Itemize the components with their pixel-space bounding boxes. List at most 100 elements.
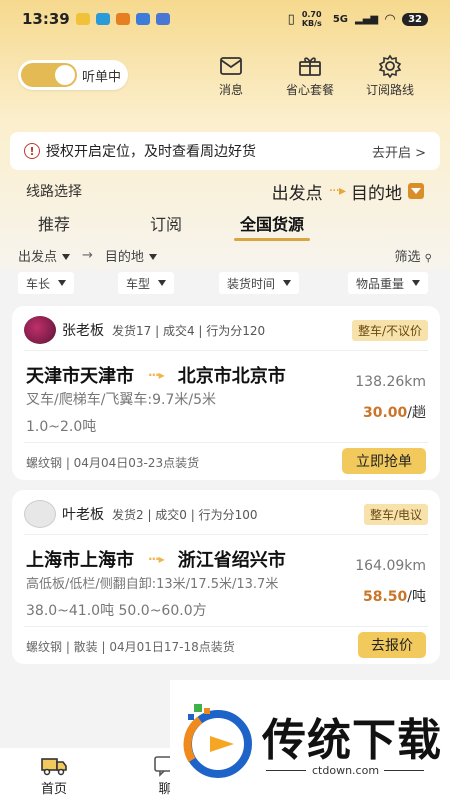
battery-indicator: 32 bbox=[402, 12, 428, 26]
screen-button[interactable]: 筛选 ⚲ bbox=[395, 246, 432, 265]
gift-icon bbox=[299, 57, 321, 76]
distance: 138.26km bbox=[355, 374, 426, 390]
price-unit: /吨 bbox=[407, 589, 426, 605]
toggle-knob bbox=[55, 65, 75, 85]
owner-name: 叶老板 bbox=[62, 507, 104, 523]
location-notice[interactable]: ! 授权开启定位，及时查看周边好货 去开启 > bbox=[10, 132, 440, 170]
chip-label: 装货时间 bbox=[227, 276, 276, 291]
enable-location-link[interactable]: 去开启 > bbox=[372, 142, 426, 161]
route-destination[interactable]: 目的地 bbox=[351, 179, 402, 204]
app-notification-icon bbox=[115, 13, 130, 25]
caret-down-icon bbox=[283, 280, 292, 286]
chip-vehicle-type[interactable]: 车型 bbox=[118, 272, 175, 294]
divider bbox=[24, 534, 428, 535]
signal-icon: ▂▄▆ bbox=[355, 13, 379, 25]
watermark-url: ctdown.com bbox=[312, 764, 380, 777]
owner-stats: 发货2 | 成交0 | 行为分100 bbox=[112, 507, 258, 522]
chip-label: 车型 bbox=[126, 276, 151, 291]
messages-label: 消息 bbox=[218, 83, 243, 97]
cargo-card[interactable]: 叶老板 发货2 | 成交0 | 行为分100 整车/电议 上海市上海市 ···▸… bbox=[12, 490, 440, 664]
package-button[interactable]: 省心套餐 bbox=[286, 54, 334, 98]
owner-name: 张老板 bbox=[62, 323, 104, 339]
chip-label: 车长 bbox=[26, 276, 51, 291]
tab-bar: 推荐 订阅 全国货源 bbox=[0, 208, 450, 241]
wifi-icon: ◠ bbox=[385, 11, 396, 27]
card-header: 张老板 发货17 | 成交4 | 行为分120 bbox=[24, 316, 265, 344]
caret-down-icon bbox=[148, 254, 157, 260]
header-row: 听单中 消息 省心套餐 订阅路线 bbox=[0, 52, 450, 102]
pin-icon: ⚲ bbox=[424, 252, 432, 264]
nav-home[interactable]: 首页 bbox=[40, 754, 68, 797]
caret-down-icon bbox=[62, 254, 71, 260]
route-origin[interactable]: 出发点 bbox=[272, 179, 323, 204]
weight-spec: 1.0~2.0吨 bbox=[26, 419, 97, 435]
screen-label: 筛选 bbox=[394, 249, 421, 265]
filter-destination-label: 目的地 bbox=[104, 249, 144, 265]
quote-button[interactable]: 去报价 bbox=[358, 632, 426, 658]
tab-recommend[interactable]: 推荐 bbox=[38, 211, 70, 235]
vehicle-spec: 高低板/低栏/侧翻自卸:13米/17.5米/13.7米 bbox=[26, 577, 279, 592]
avatar bbox=[24, 316, 56, 344]
filter-origin[interactable]: 出发点 bbox=[18, 246, 71, 265]
price-value: 30.00 bbox=[362, 405, 408, 421]
subscribe-route-button[interactable]: 订阅路线 bbox=[366, 54, 414, 98]
distance: 164.09km bbox=[355, 558, 426, 574]
route-arrow-icon: ···▸ bbox=[148, 368, 165, 382]
nav-home-label: 首页 bbox=[40, 782, 67, 797]
cargo-card[interactable]: 张老板 发货17 | 成交4 | 行为分120 整车/不议价 天津市天津市 ··… bbox=[12, 306, 440, 480]
listing-tag: 整车/不议价 bbox=[351, 320, 428, 341]
listen-toggle[interactable]: 听单中 bbox=[18, 60, 128, 90]
caret-down-icon bbox=[58, 280, 67, 286]
price: 30.00/趟 bbox=[363, 402, 426, 422]
route-from: 上海市上海市 bbox=[26, 550, 134, 571]
app-notification-icon bbox=[155, 13, 170, 25]
listing-footer: 螺纹钢 | 散装 | 04月01日17-18点装货 bbox=[26, 640, 235, 654]
gear-icon bbox=[378, 54, 402, 78]
divider bbox=[24, 442, 428, 443]
route-arrow-icon: ···▸ bbox=[148, 552, 165, 566]
subscribe-route-label: 订阅路线 bbox=[366, 83, 415, 97]
status-time: 13:39 bbox=[22, 10, 70, 28]
route-main: 上海市上海市 ···▸ 浙江省绍兴市 bbox=[26, 546, 286, 572]
divider bbox=[24, 350, 428, 351]
chip-vehicle-length[interactable]: 车长 bbox=[18, 272, 75, 294]
network-speed: 0.70 KB/s bbox=[301, 10, 322, 28]
divider bbox=[266, 770, 306, 771]
dropdown-icon[interactable] bbox=[408, 183, 424, 199]
route-main: 天津市天津市 ···▸ 北京市北京市 bbox=[26, 362, 286, 388]
filter-destination[interactable]: 目的地 bbox=[105, 246, 157, 265]
envelope-icon bbox=[220, 57, 242, 75]
route-from: 天津市天津市 bbox=[26, 366, 134, 387]
divider bbox=[384, 770, 424, 771]
vibrate-icon: ▯ bbox=[287, 11, 295, 27]
caret-down-icon bbox=[158, 280, 167, 286]
status-bar: 13:39 ▯ 0.70 KB/s 5G ▂▄▆ ◠ 32 bbox=[0, 0, 450, 38]
alert-icon: ! bbox=[24, 143, 40, 159]
watermark: 传统下载 ctdown.com bbox=[170, 680, 450, 800]
chip-goods-weight[interactable]: 物品重量 bbox=[348, 272, 429, 294]
tab-nationwide[interactable]: 全国货源 bbox=[233, 211, 311, 241]
chip-loading-time[interactable]: 装货时间 bbox=[219, 272, 300, 294]
watermark-title: 传统下载 bbox=[262, 715, 442, 766]
route-to: 北京市北京市 bbox=[177, 366, 286, 387]
caret-down-icon bbox=[412, 280, 421, 286]
owner-stats: 发货17 | 成交4 | 行为分120 bbox=[112, 323, 266, 338]
app-notification-icon bbox=[135, 13, 150, 25]
app-notification-icon bbox=[75, 13, 90, 25]
route-select-title: 线路选择 bbox=[26, 184, 82, 200]
filter-origin-label: 出发点 bbox=[18, 249, 58, 265]
price: 58.50/吨 bbox=[363, 586, 426, 606]
route-arrow-icon: ···▸ bbox=[328, 183, 346, 199]
grab-order-button[interactable]: 立即抢单 bbox=[342, 448, 426, 474]
listing-tag: 整车/电议 bbox=[363, 504, 428, 525]
price-unit: /趟 bbox=[407, 405, 426, 421]
price-value: 58.50 bbox=[362, 589, 408, 605]
toggle-switch[interactable] bbox=[21, 63, 77, 87]
arrow-right-icon: → bbox=[82, 247, 93, 263]
weight-spec: 38.0~41.0吨 50.0~60.0方 bbox=[26, 603, 207, 619]
listing-footer: 螺纹钢 | 04月04日03-23点装货 bbox=[26, 456, 200, 470]
package-label: 省心套餐 bbox=[286, 83, 335, 97]
tab-subscribed[interactable]: 订阅 bbox=[150, 211, 182, 235]
card-header: 叶老板 发货2 | 成交0 | 行为分100 bbox=[24, 500, 258, 528]
messages-button[interactable]: 消息 bbox=[218, 54, 244, 98]
